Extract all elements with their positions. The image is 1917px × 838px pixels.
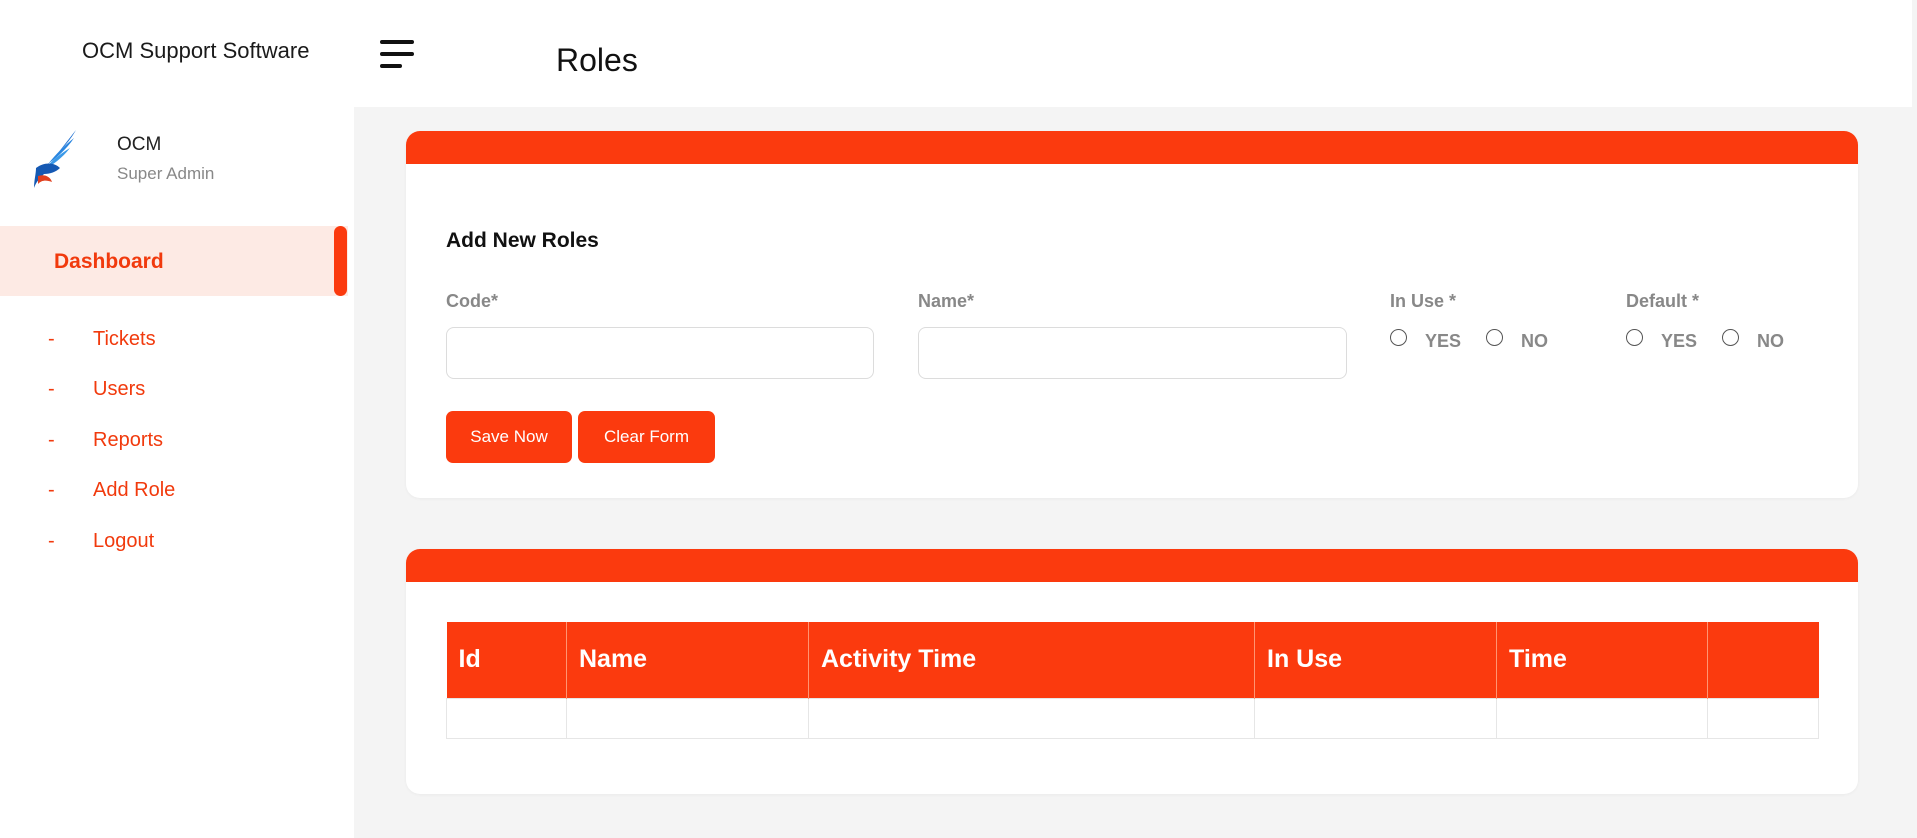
sidebar: [0, 0, 354, 838]
sidebar-item-users[interactable]: - Users: [0, 369, 348, 409]
sidebar-item-dashboard[interactable]: Dashboard: [0, 226, 348, 296]
table-cell: [808, 697, 1255, 739]
col-header-actions: [1707, 622, 1819, 698]
user-name: OCM: [117, 134, 162, 155]
page-title: Roles: [556, 42, 638, 78]
default-no-radio[interactable]: [1722, 329, 1739, 346]
form-heading: Add New Roles: [446, 229, 599, 252]
bullet-dash-icon: -: [48, 530, 55, 552]
user-role: Super Admin: [117, 164, 215, 183]
active-indicator: [334, 226, 347, 296]
card-header-bar: [406, 549, 1858, 582]
col-header-time[interactable]: Time: [1496, 622, 1708, 698]
menu-toggle-icon[interactable]: [380, 38, 416, 72]
in-use-label: In Use *: [1390, 291, 1457, 311]
app-brand: OCM Support Software: [82, 38, 310, 63]
sidebar-item-reports[interactable]: - Reports: [0, 420, 348, 460]
table-row: [446, 697, 1819, 739]
col-header-id[interactable]: Id: [446, 622, 567, 698]
default-no-label: NO: [1757, 331, 1784, 351]
sidebar-item-label: Logout: [93, 530, 155, 552]
default-yes-label: YES: [1661, 331, 1698, 351]
default-yes-radio[interactable]: [1626, 329, 1643, 346]
bird-logo-icon: [34, 130, 76, 188]
in-use-no-radio[interactable]: [1486, 329, 1503, 346]
roles-table-card: Id Name Activity Time In Use Time: [406, 549, 1858, 794]
sidebar-item-label: Add Role: [93, 479, 176, 501]
sidebar-item-add-role[interactable]: - Add Role: [0, 470, 348, 510]
table-cell: [1254, 697, 1497, 739]
sidebar-item-tickets[interactable]: - Tickets: [0, 319, 348, 359]
col-header-in-use[interactable]: In Use: [1254, 622, 1497, 698]
add-role-card: Add New Roles Code* Name* In Use * YES N…: [406, 131, 1858, 498]
code-label: Code*: [446, 291, 499, 311]
in-use-yes-label: YES: [1425, 331, 1462, 351]
sidebar-item-logout[interactable]: - Logout: [0, 521, 348, 561]
col-header-activity-time[interactable]: Activity Time: [808, 622, 1255, 698]
bullet-dash-icon: -: [48, 328, 55, 350]
table-cell: [1496, 697, 1708, 739]
bullet-dash-icon: -: [48, 479, 55, 501]
sidebar-item-label: Users: [93, 378, 146, 400]
sidebar-item-label: Tickets: [93, 328, 156, 350]
table-cell: [446, 697, 567, 739]
card-header-bar: [406, 131, 1858, 164]
table-cell: [566, 697, 809, 739]
in-use-yes-radio[interactable]: [1390, 329, 1407, 346]
bullet-dash-icon: -: [48, 429, 55, 451]
roles-table: Id Name Activity Time In Use Time: [446, 622, 1819, 739]
code-input[interactable]: [446, 327, 874, 379]
name-input[interactable]: [918, 327, 1347, 379]
sidebar-item-label: Reports: [93, 429, 164, 451]
name-label: Name*: [918, 291, 975, 311]
table-cell: [1707, 697, 1819, 739]
default-label: Default *: [1626, 291, 1700, 311]
save-button[interactable]: Save Now: [446, 411, 572, 463]
bullet-dash-icon: -: [48, 378, 55, 400]
col-header-name[interactable]: Name: [566, 622, 809, 698]
clear-form-button[interactable]: Clear Form: [578, 411, 715, 463]
in-use-no-label: NO: [1521, 331, 1548, 351]
sidebar-item-label: Dashboard: [54, 250, 164, 273]
